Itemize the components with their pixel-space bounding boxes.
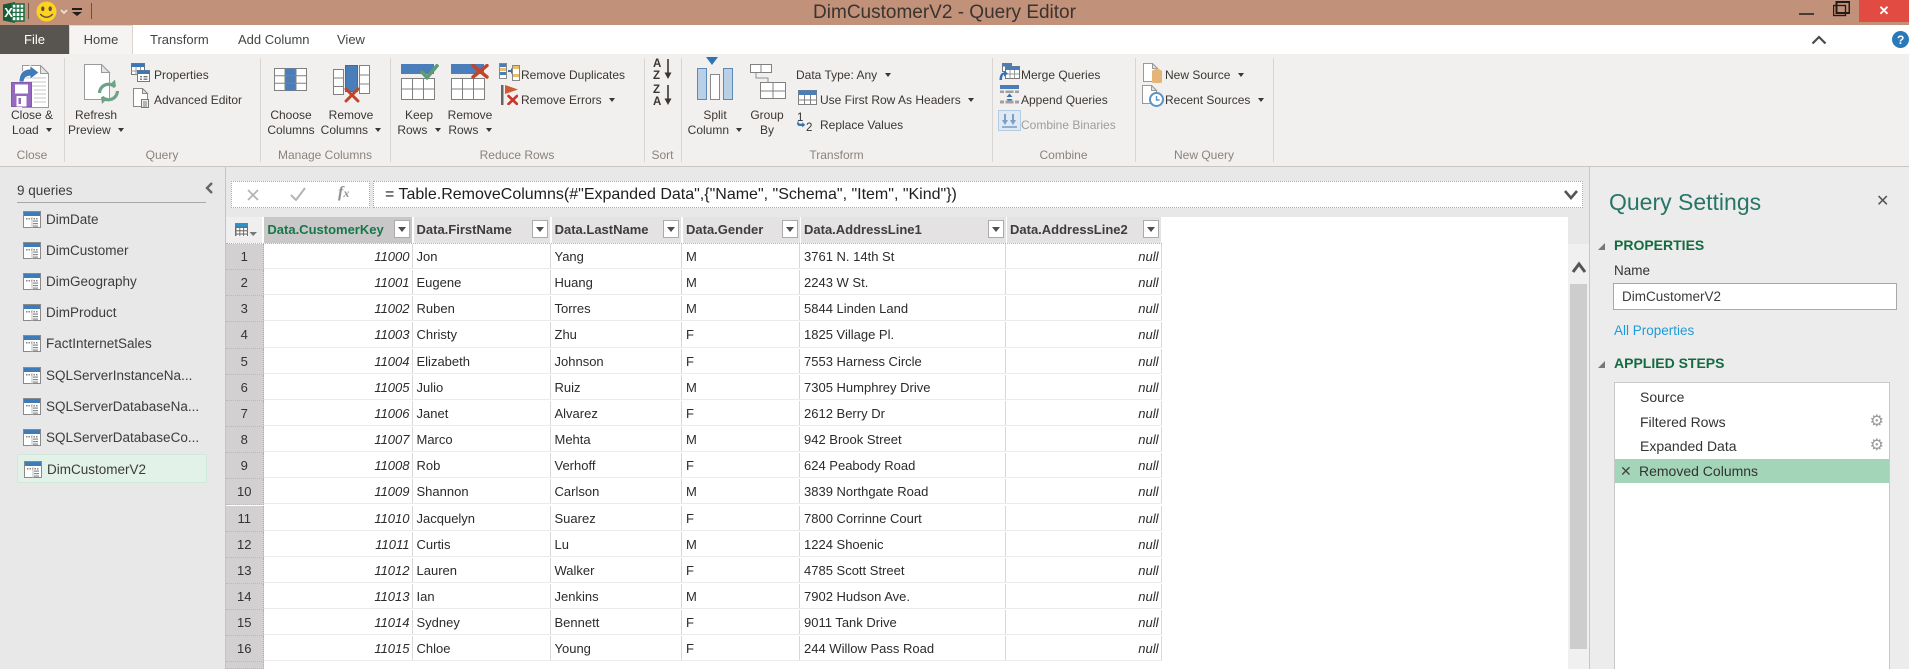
svg-text:A: A — [653, 96, 661, 106]
svg-text:Z: Z — [653, 70, 660, 80]
svg-text:Z: Z — [653, 84, 660, 96]
svg-text:2: 2 — [806, 122, 812, 131]
svg-text:A: A — [653, 58, 661, 70]
svg-text:?: ? — [1897, 33, 1904, 47]
